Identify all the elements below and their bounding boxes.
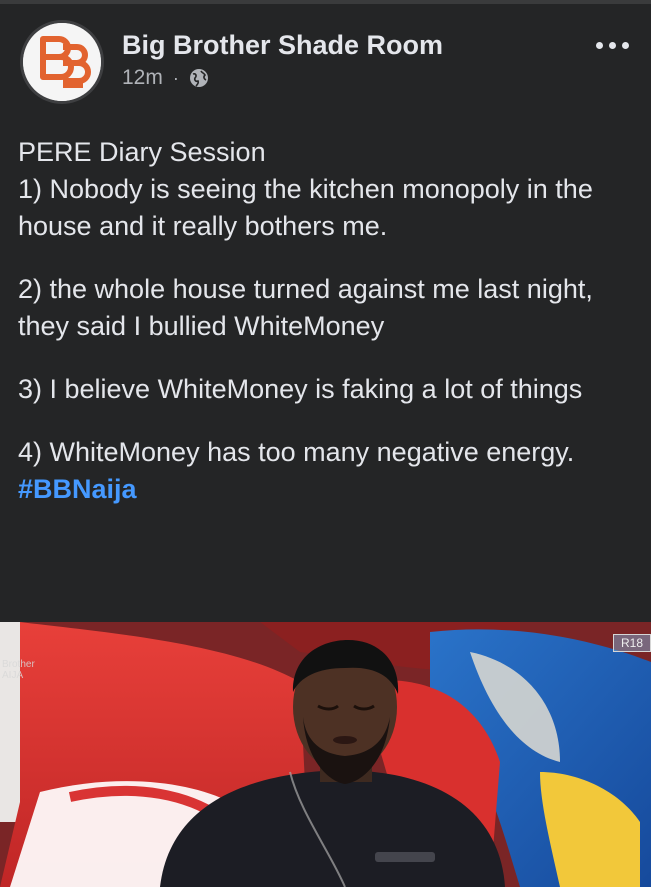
watermark-line-2: AIJA <box>2 670 24 681</box>
page-name[interactable]: Big Brother Shade Room <box>122 30 443 61</box>
photo-scene <box>0 622 651 887</box>
page-avatar[interactable] <box>20 20 104 104</box>
bbshaderoom-logo-icon <box>23 23 101 101</box>
tv-watermark: Brother AIJA <box>2 659 35 681</box>
post-timestamp[interactable]: 12m <box>122 66 163 90</box>
post-photo[interactable]: Brother AIJA R18 <box>0 622 651 887</box>
post-item-1: 1) Nobody is seeing the kitchen monopoly… <box>18 174 593 241</box>
more-options-icon[interactable] <box>596 42 629 49</box>
post-body: PERE Diary Session 1) Nobody is seeing t… <box>18 134 638 508</box>
post-meta: 12m · <box>122 66 209 90</box>
post-item-3: 3) I believe WhiteMoney is faking a lot … <box>18 374 583 404</box>
meta-separator: · <box>172 67 179 88</box>
post-item-2: 2) the whole house turned against me las… <box>18 274 593 341</box>
watermark-line-1: Brother <box>2 659 35 670</box>
top-divider <box>0 0 651 4</box>
post-header: Big Brother Shade Room 12m · <box>0 20 651 110</box>
post-item-4: 4) WhiteMoney has too many negative ener… <box>18 437 575 467</box>
globe-icon <box>189 69 208 87</box>
rating-badge: R18 <box>613 634 651 652</box>
post-title-line: PERE Diary Session <box>18 137 266 167</box>
hashtag-link[interactable]: #BBNaija <box>18 474 137 504</box>
